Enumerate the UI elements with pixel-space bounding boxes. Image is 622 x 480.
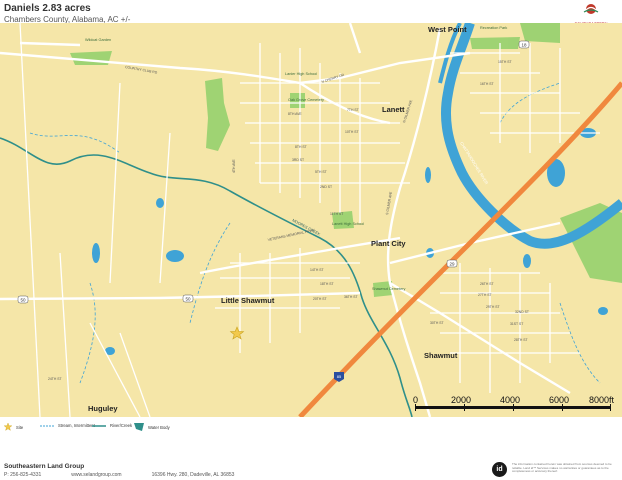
place-huguley: Huguley [88,404,118,413]
route-50-label: 50 [20,298,26,303]
svg-text:36TH ST: 36TH ST [344,295,358,299]
lanett-school-label: Lanett High School [332,222,364,226]
disclaimer-text: The information contained herein was obt… [512,462,612,474]
svg-text:2ND ST: 2ND ST [320,185,332,189]
scale-label-0: 0 [413,395,419,405]
brand-emblem-icon [583,4,599,14]
svg-text:11TH ST: 11TH ST [330,212,343,216]
route-18-label: 18 [521,43,527,48]
svg-text:4TH AVE: 4TH AVE [232,159,236,173]
scale-label-8000ft: 8000ft [589,395,615,405]
svg-text:24TH ST: 24TH ST [48,377,62,381]
svg-text:8TH ST: 8TH ST [295,145,307,149]
phone-text: P: 256-825-4331 [4,472,42,478]
legend-river: River/Creek [92,423,132,428]
svg-text:29TH ST: 29TH ST [486,305,500,309]
company-name: Southeastern Land Group [4,463,85,470]
legend-site: Site [4,423,23,431]
place-lanett: Lanett [382,105,405,114]
place-west-point: West Point [428,25,467,34]
shawmut-cemetery-label: Shawmut Cemetery [372,287,405,291]
svg-text:32ND ST: 32ND ST [515,310,529,314]
scale-bar: 0 2000 4000 6000 8000ft [411,395,617,413]
place-little-shawmut: Little Shawmut [221,296,275,305]
svg-text:10TH ST: 10TH ST [345,130,359,134]
svg-text:3RD ST: 3RD ST [292,158,304,162]
legend-water-body: Water Body [134,423,170,431]
river-line-icon [92,424,106,427]
scale-label-4000: 4000 [500,395,521,405]
land-id-logo: id [492,462,507,477]
legend-stream: Stream, Intermittent [40,423,95,428]
stream-line-icon [40,425,54,426]
place-shawmut: Shawmut [424,351,458,360]
map-legend: Site Stream, Intermittent River/Creek Wa… [0,417,622,437]
svg-text:7TH ST: 7TH ST [347,108,359,112]
website-link[interactable]: www.selandgroup.com [71,472,121,478]
route-29-label: 29 [449,262,455,267]
svg-text:8TH AVE: 8TH AVE [288,112,302,116]
place-plant-city: Plant City [371,239,406,248]
svg-text:5TH ST: 5TH ST [315,170,327,174]
brand-logo: SOUTHEASTERN [566,2,616,26]
map-canvas[interactable]: 50 50 18 29 85 COUNTRY CLUB RD VETERANS … [0,23,622,417]
rec-park-label: Recreation Park [480,26,507,30]
svg-text:15TH ST: 15TH ST [498,60,512,64]
map-title: Daniels 2.83 acres [4,3,91,14]
oak-grove-label: Oak Grove Cemetery [288,98,324,102]
svg-text:28TH ST: 28TH ST [514,338,528,342]
svg-text:26TH ST: 26TH ST [480,282,494,286]
lanier-school-label: Lanier High School [285,72,317,76]
interstate-85-label: 85 [337,374,342,379]
svg-text:30TH ST: 30TH ST [430,321,444,325]
svg-text:18TH ST: 18TH ST [320,282,334,286]
contact-info: P: 256-825-4331 www.selandgroup.com 1639… [4,472,234,478]
legend-star-icon [4,423,12,431]
svg-text:27TH ST: 27TH ST [478,293,492,297]
water-body-icon [134,423,144,431]
wildcat-garden-label: Wildcat Garden [85,38,111,42]
scale-label-2000: 2000 [451,395,472,405]
address-text: 16396 Hwy. 280, Dadeville, AL 36853 [151,472,235,478]
svg-text:20TH ST: 20TH ST [313,297,327,301]
svg-text:31ST ST: 31ST ST [510,322,523,326]
svg-text:16TH ST: 16TH ST [480,82,494,86]
svg-text:14TH ST: 14TH ST [310,268,324,272]
route-50-label-2: 50 [185,297,191,302]
scale-label-6000: 6000 [549,395,570,405]
